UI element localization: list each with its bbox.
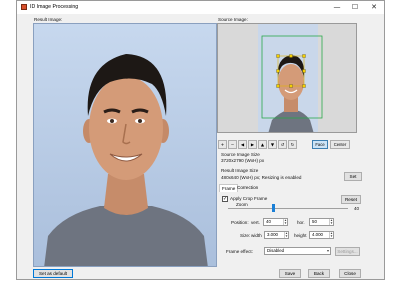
set-as-default-button[interactable]: Set as default (33, 269, 73, 278)
zoom-slider-thumb[interactable] (272, 204, 275, 212)
rotate-left-button[interactable]: ↺ (278, 140, 287, 149)
app-icon (21, 4, 27, 10)
hor-input[interactable]: 50 ▲ ▼ (309, 218, 334, 226)
source-size-label: Source Image Size (221, 152, 260, 157)
result-image (33, 23, 217, 267)
vert-input[interactable]: 40 ▲ ▼ (263, 218, 288, 226)
vert-value: 40 (266, 219, 271, 224)
zoom-slider-track[interactable] (228, 208, 348, 209)
move-right-button[interactable]: ▶ (248, 140, 257, 149)
face-button[interactable]: Face (312, 140, 328, 149)
vert-label: vert. (251, 220, 260, 225)
zoom-in-button[interactable]: + (218, 140, 227, 149)
position-label: Position: (231, 220, 249, 225)
rotate-right-button[interactable]: ↻ (288, 140, 297, 149)
center-button[interactable]: Center (330, 140, 350, 149)
width-label: width (251, 233, 262, 238)
settings-button: Settings... (335, 247, 360, 256)
minimize-icon[interactable]: — (328, 2, 346, 12)
apply-crop-checkbox[interactable]: ✓ (222, 196, 228, 202)
hor-value: 50 (312, 219, 317, 224)
set-size-button[interactable]: Set (344, 172, 362, 181)
width-spinner-icon[interactable]: ▲ ▼ (284, 232, 288, 238)
result-size-value: 480x640 (WxH) px; Resizing is enabled (221, 175, 302, 180)
height-spinner-icon[interactable]: ▲ ▼ (329, 232, 333, 238)
zoom-out-button[interactable]: − (228, 140, 237, 149)
portrait-result-image (34, 24, 216, 266)
portrait-source-image (218, 24, 356, 132)
move-down-button[interactable]: ▼ (268, 140, 277, 149)
source-size-value: 3720x2790 (WxH) px (221, 158, 265, 163)
move-up-button[interactable]: ▲ (258, 140, 267, 149)
title-bar[interactable]: ID Image Processing — ☐ ✕ (17, 1, 384, 14)
source-image[interactable] (217, 23, 357, 133)
app-window: ID Image Processing — ☐ ✕ Result Image: … (16, 0, 385, 280)
reset-button[interactable]: Reset (341, 195, 361, 204)
hor-label: hor. (297, 220, 305, 225)
frame-effect-value: Disabled (267, 248, 285, 253)
height-input[interactable]: 4.000 ▲ ▼ (309, 231, 334, 239)
back-button[interactable]: Back (308, 269, 330, 278)
result-size-label: Result Image Size (221, 168, 259, 173)
size-label: Size: (240, 233, 251, 238)
hor-spinner-icon[interactable]: ▲ ▼ (329, 219, 333, 225)
zoom-value: 40 (354, 206, 360, 211)
window-title: ID Image Processing (30, 4, 79, 10)
save-button[interactable]: Save (279, 269, 301, 278)
result-image-label: Result Image: (34, 17, 63, 22)
height-value: 4.000 (312, 232, 323, 237)
vert-spinner-icon[interactable]: ▲ ▼ (283, 219, 287, 225)
tab-correction[interactable]: Correction (235, 184, 260, 192)
close-icon[interactable]: ✕ (365, 2, 383, 12)
close-button[interactable]: Close (339, 269, 361, 278)
source-image-label: Source Image: (218, 17, 248, 22)
chevron-down-icon: ▾ (326, 248, 329, 253)
apply-crop-label: Apply Crop Frame (230, 196, 268, 201)
frame-effect-select[interactable]: Disabled ▾ (264, 247, 331, 255)
width-input[interactable]: 3.000 ▲ ▼ (264, 231, 289, 239)
move-left-button[interactable]: ◀ (238, 140, 247, 149)
height-label: height (294, 233, 307, 238)
width-value: 3.000 (267, 232, 278, 237)
frame-effect-label: Frame effect: (226, 249, 253, 254)
zoom-label: Zoom (236, 202, 248, 207)
maximize-icon[interactable]: ☐ (346, 2, 364, 12)
